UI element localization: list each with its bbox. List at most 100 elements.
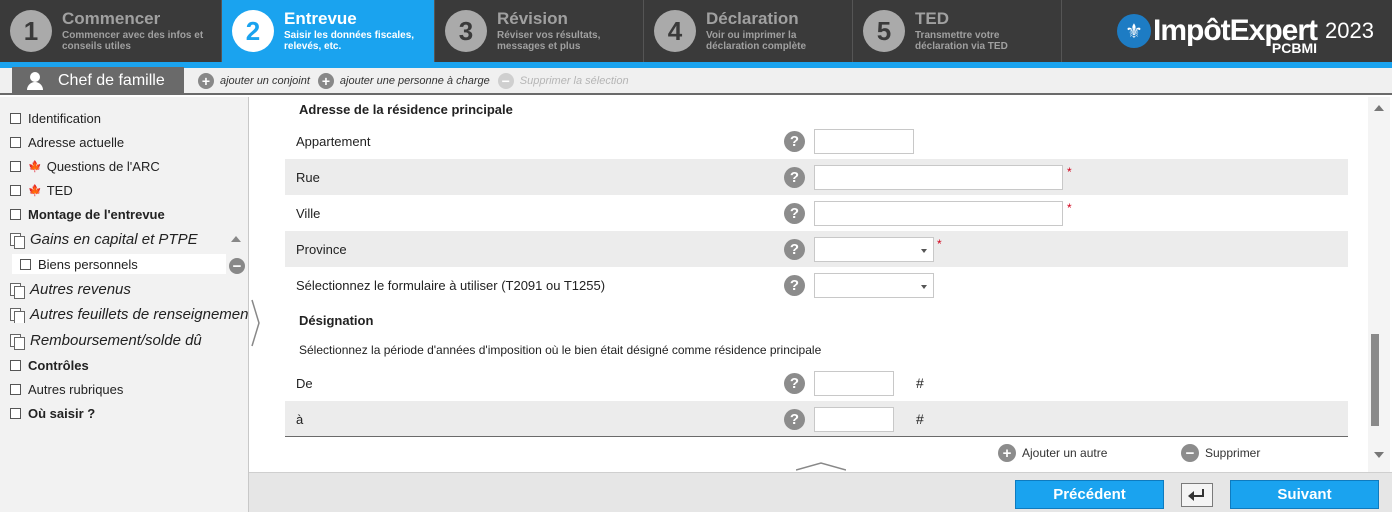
form-row-from: De ? #: [285, 365, 1348, 401]
chevron-up-icon[interactable]: [796, 461, 846, 471]
sidebar-item-adresse-actuelle[interactable]: Adresse actuelle: [10, 135, 124, 150]
logo-name: ImpôtExpert PCBMI: [1153, 14, 1318, 56]
step-revision[interactable]: 3 Révision Réviser vos résultats, messag…: [435, 0, 644, 62]
remove-item-icon[interactable]: −: [229, 258, 245, 274]
chef-de-famille-tab[interactable]: Chef de famille: [12, 67, 184, 94]
step-number: 4: [654, 10, 696, 52]
sidebar-item-label: Où saisir ?: [28, 406, 96, 421]
bottom-nav-bar: Précédent Suivant: [249, 472, 1392, 512]
documents-icon: [10, 232, 25, 249]
help-icon[interactable]: ?: [784, 372, 805, 394]
checkbox[interactable]: [10, 408, 21, 419]
sidebar-section-autres-revenus[interactable]: Autres revenus: [10, 281, 131, 299]
sidebar-item-ted[interactable]: 🍁 TED: [10, 183, 73, 198]
checkbox[interactable]: [10, 113, 21, 124]
sidebar-item-identification[interactable]: Identification: [10, 111, 101, 126]
add-spouse-button[interactable]: + ajouter un conjoint: [198, 72, 310, 89]
checkbox[interactable]: [20, 258, 31, 270]
scroll-down-arrow[interactable]: [1374, 452, 1384, 458]
step-title: Entrevue: [284, 9, 357, 28]
back-return-button[interactable]: [1181, 483, 1213, 507]
step-number: 5: [863, 10, 905, 52]
add-dependent-label: ajouter une personne à charge: [339, 74, 490, 87]
sidebar-item-controles[interactable]: Contrôles: [10, 358, 89, 373]
checkbox[interactable]: [10, 209, 21, 220]
checkbox[interactable]: [10, 161, 21, 172]
sidebar-item-ou-saisir[interactable]: Où saisir ?: [10, 406, 95, 421]
add-another-button[interactable]: + Ajouter un autre: [998, 444, 1107, 462]
help-icon[interactable]: ?: [784, 130, 805, 152]
city-label: Ville: [296, 205, 321, 221]
maple-leaf-icon: 🍁: [28, 185, 42, 197]
step-ted[interactable]: 5 TED Transmettre votre déclaration via …: [853, 0, 1062, 62]
sidebar-section-remboursement[interactable]: Remboursement/solde dû: [10, 332, 202, 350]
step-description: Commencer avec des infos et conseils uti…: [62, 30, 204, 52]
add-dependent-button[interactable]: + ajouter une personne à charge: [317, 72, 490, 89]
street-input[interactable]: [814, 164, 1063, 190]
city-input[interactable]: [814, 200, 1063, 226]
to-year-input[interactable]: [814, 406, 894, 432]
checkbox[interactable]: [10, 384, 21, 395]
checkbox[interactable]: [10, 360, 21, 371]
step-commencer[interactable]: 1 Commencer Commencer avec des infos et …: [0, 0, 222, 62]
sidebar-item-autres-rubriques[interactable]: Autres rubriques: [10, 382, 123, 397]
form-choice-select[interactable]: [814, 272, 934, 298]
hash-suffix: #: [916, 411, 924, 427]
province-select[interactable]: [814, 236, 934, 262]
sidebar-item-label: Montage de l'entrevue: [28, 207, 165, 222]
sidebar-item-montage[interactable]: Montage de l'entrevue: [10, 207, 165, 222]
checkbox[interactable]: [10, 185, 21, 196]
form-row-city: Ville ? *: [285, 195, 1348, 231]
hash-suffix: #: [916, 375, 924, 391]
step-number: 1: [10, 10, 52, 52]
help-icon[interactable]: ?: [784, 238, 805, 260]
sidebar-section-gains-capital[interactable]: Gains en capital et PTPE: [10, 231, 198, 249]
next-button[interactable]: Suivant: [1230, 480, 1379, 509]
sidebar-item-label: Remboursement/solde dû: [30, 332, 202, 349]
sidebar-item-label: Contrôles: [28, 358, 89, 373]
step-title: TED: [915, 9, 949, 28]
form-panel: Adresse de la résidence principale Appar…: [262, 97, 1368, 472]
form-choice-label: Sélectionnez le formulaire à utiliser (T…: [296, 277, 606, 293]
logo-sub: PCBMI: [1271, 40, 1318, 56]
plus-icon: +: [998, 444, 1016, 462]
step-title: Commencer: [62, 9, 161, 28]
checkbox[interactable]: [10, 137, 21, 148]
documents-icon: [10, 282, 25, 299]
delete-selection-button[interactable]: − Supprimer la sélection: [497, 72, 629, 89]
delete-selection-label: Supprimer la sélection: [519, 74, 629, 87]
scroll-thumb[interactable]: [1371, 334, 1379, 426]
step-description: Voir ou imprimer la déclaration complète: [706, 30, 807, 52]
sidebar-item-questions-arc[interactable]: 🍁 Questions de l'ARC: [10, 159, 160, 174]
sidebar-item-biens-personnels[interactable]: Biens personnels: [12, 254, 226, 274]
required-marker: *: [937, 237, 942, 251]
section-title-address: Adresse de la résidence principale: [299, 102, 513, 117]
sidebar-section-autres-feuillets[interactable]: Autres feuillets de renseignements: [10, 306, 248, 323]
from-label: De: [296, 375, 313, 391]
step-declaration[interactable]: 4 Déclaration Voir ou imprimer la déclar…: [644, 0, 853, 62]
required-marker: *: [1067, 165, 1072, 179]
sidebar-item-label: Autres rubriques: [28, 382, 124, 397]
help-icon[interactable]: ?: [784, 202, 805, 224]
from-year-input[interactable]: [814, 370, 894, 396]
form-row-form-choice: Sélectionnez le formulaire à utiliser (T…: [285, 267, 1348, 303]
return-arrow-icon: [1188, 489, 1204, 501]
sidebar-collapse-handle[interactable]: [250, 298, 262, 348]
maple-leaf-icon: 🍁: [28, 161, 42, 173]
previous-button[interactable]: Précédent: [1015, 480, 1164, 509]
delete-entry-button[interactable]: − Supprimer: [1181, 444, 1260, 462]
scroll-up-arrow[interactable]: [1374, 105, 1384, 111]
step-entrevue[interactable]: 2 Entrevue Saisir les données fiscales, …: [222, 0, 435, 62]
vertical-scrollbar[interactable]: [1368, 97, 1390, 472]
help-icon[interactable]: ?: [784, 166, 805, 188]
help-icon[interactable]: ?: [784, 274, 805, 296]
apartment-input[interactable]: [814, 128, 914, 154]
street-label: Rue: [296, 169, 320, 185]
user-icon: [26, 71, 44, 90]
step-description: Transmettre votre déclaration via TED: [915, 30, 1008, 52]
collapse-up-icon[interactable]: [231, 236, 241, 242]
form-row-street: Rue ? *: [285, 159, 1348, 195]
documents-icon: [10, 333, 25, 350]
form-row-province: Province ? *: [285, 231, 1348, 267]
help-icon[interactable]: ?: [784, 408, 805, 430]
